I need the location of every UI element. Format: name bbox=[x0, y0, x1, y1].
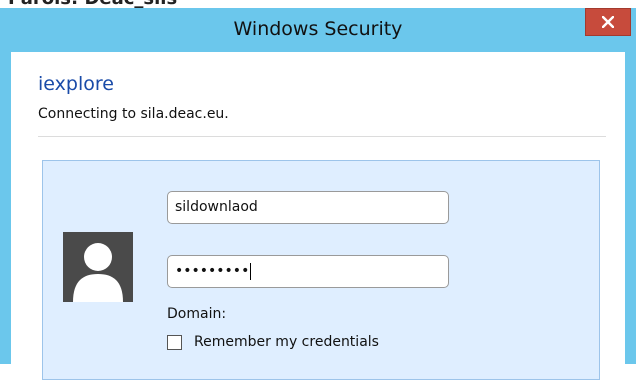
connecting-message: Connecting to sila.deac.eu. bbox=[38, 106, 229, 122]
remember-credentials-checkbox[interactable] bbox=[167, 334, 182, 350]
remember-credentials-label[interactable]: Remember my credentials bbox=[194, 334, 379, 350]
close-button[interactable] bbox=[585, 8, 631, 36]
close-icon bbox=[602, 16, 614, 28]
top-fragment-text: Parols: Deac_sils bbox=[8, 0, 177, 8]
remember-credentials-row[interactable]: Remember my credentials bbox=[167, 332, 379, 352]
app-name: iexplore bbox=[38, 73, 114, 95]
credential-tile[interactable]: sildownlaod ••••••••• Domain: Remember m… bbox=[42, 160, 600, 380]
divider bbox=[38, 136, 606, 137]
username-value: sildownlaod bbox=[175, 199, 258, 215]
clipped-top-text: Parols: Deac_sils bbox=[0, 0, 636, 8]
windows-security-dialog: Windows Security iexplore Connecting to … bbox=[0, 8, 636, 380]
title-bar: Windows Security bbox=[0, 8, 636, 52]
username-field[interactable]: sildownlaod bbox=[167, 191, 449, 224]
dialog-content: iexplore Connecting to sila.deac.eu. sil… bbox=[11, 52, 625, 380]
domain-label: Domain: bbox=[167, 306, 227, 322]
password-field[interactable]: ••••••••• bbox=[167, 255, 449, 288]
user-avatar-icon bbox=[63, 232, 133, 302]
password-value: ••••••••• bbox=[175, 263, 250, 279]
text-caret bbox=[250, 262, 252, 280]
window-title: Windows Security bbox=[233, 18, 403, 40]
